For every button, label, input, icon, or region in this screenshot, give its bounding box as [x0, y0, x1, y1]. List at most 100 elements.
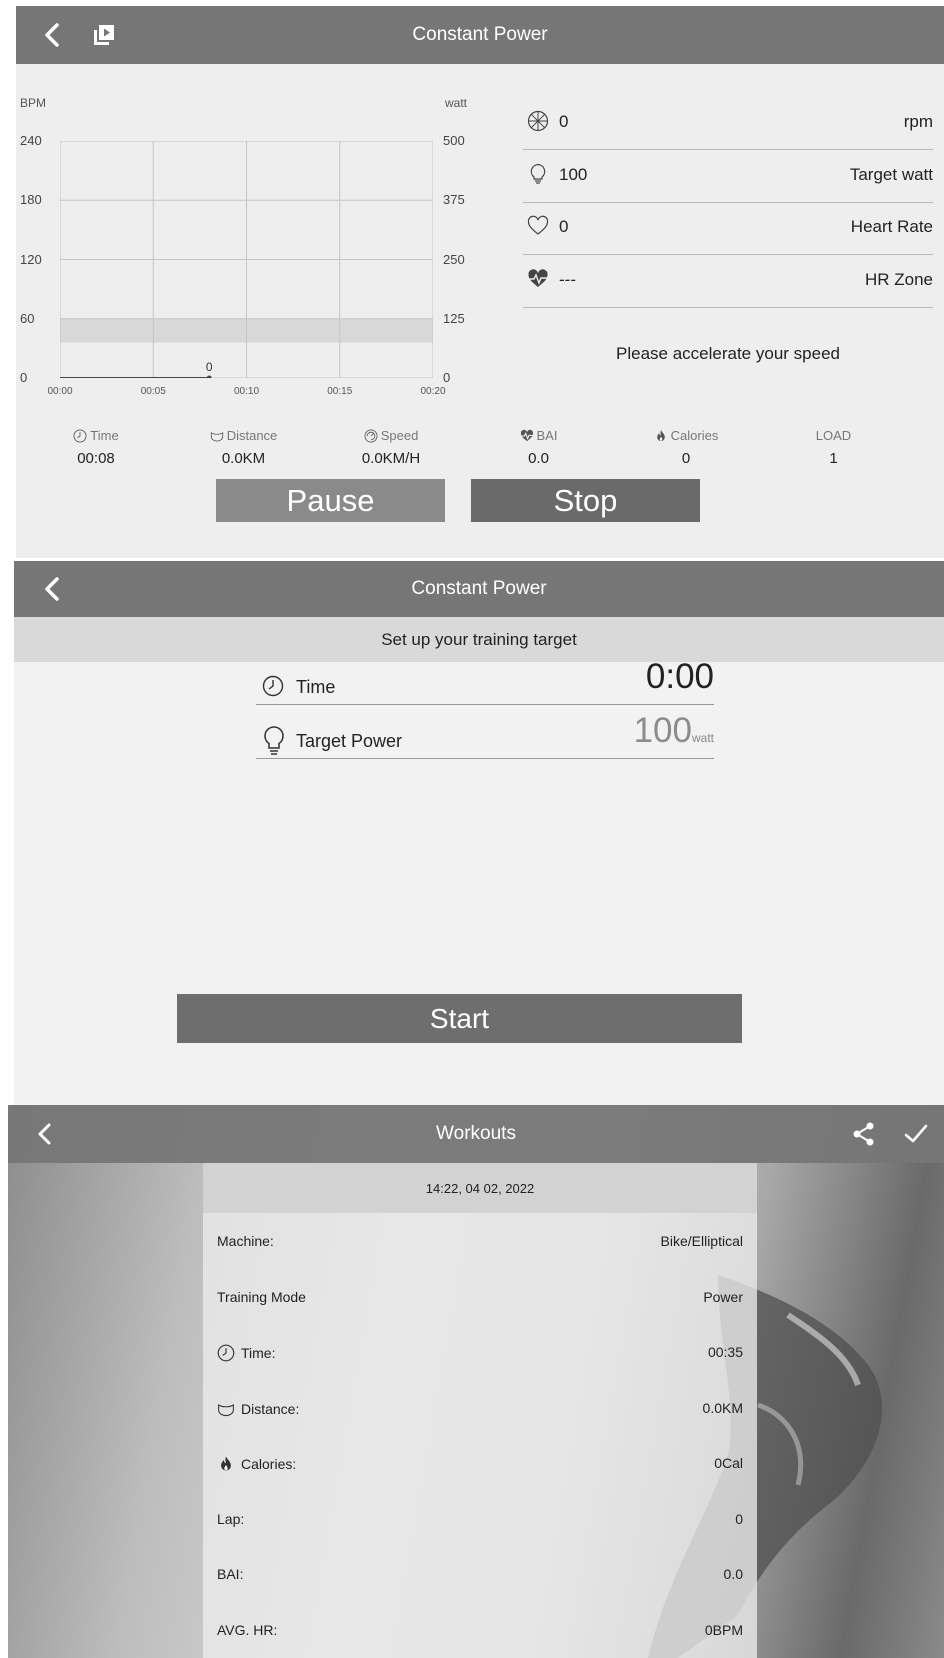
screen-title: Workouts — [436, 1123, 516, 1144]
stat-item: Calories 0 — [616, 428, 756, 467]
readout-row: 0 Heart Rate — [523, 199, 933, 255]
workout-row-value: 00:35 — [707, 1344, 743, 1360]
share-icon[interactable] — [846, 1105, 882, 1163]
bulb-icon — [262, 725, 286, 762]
y-left-tick-label: 240 — [20, 133, 42, 148]
stat-caption-text: Calories — [670, 428, 719, 443]
readout-label: Target watt — [849, 164, 933, 184]
app-bar: Constant Power — [14, 561, 944, 617]
stat-item: BAI 0.0 — [469, 428, 609, 467]
stat-caption-text: LOAD — [815, 428, 852, 443]
x-tick-label: 00:00 — [47, 386, 73, 397]
target-power-value[interactable]: 100watt — [634, 711, 714, 751]
workout-row: BAI: 0.0 — [203, 1546, 757, 1601]
heart-outline-icon — [527, 215, 549, 237]
workout-row-label-text: Distance: — [241, 1400, 300, 1417]
workout-date: 14:22, 04 02, 2022 — [203, 1163, 757, 1213]
power-unit: watt — [691, 731, 714, 745]
target-power-row[interactable]: Target Power 100watt — [256, 705, 714, 759]
check-icon[interactable] — [898, 1105, 934, 1163]
readout-label: rpm — [903, 112, 933, 131]
y-left-tick-label: 60 — [20, 310, 35, 326]
heart-filled-icon — [520, 429, 534, 443]
x-tick-label: 00:10 — [233, 386, 260, 397]
workout-row-label-text: Lap: — [217, 1510, 245, 1527]
workout-row-label-text: AVG. HR: — [217, 1621, 278, 1638]
workout-row-value: 0BPM — [704, 1621, 743, 1638]
workout-row: Lap: 0 — [203, 1491, 757, 1546]
workout-row-label: Machine: — [217, 1233, 274, 1249]
y-left-tick-label: 120 — [20, 251, 42, 267]
stat-caption-text: Time — [90, 428, 119, 443]
workout-row-label-text: Calories: — [241, 1456, 297, 1472]
workout-row-value: 0Cal — [714, 1455, 743, 1471]
workout-row-label: BAI: — [217, 1566, 243, 1582]
y-right-tick-label: 500 — [443, 133, 465, 148]
readout-value: --- — [559, 269, 576, 289]
workout-row-label: Calories: — [217, 1455, 296, 1473]
clock-icon — [262, 675, 284, 702]
target-power-label: Target Power — [296, 731, 403, 751]
workout-row-value: 0.0KM — [702, 1399, 743, 1416]
bulb-icon — [527, 163, 549, 185]
stat-value: 0.0KM — [221, 450, 266, 467]
distance-icon — [217, 1400, 235, 1418]
readout-label: HR Zone — [864, 269, 933, 289]
stat-caption-text: BAI — [536, 428, 558, 443]
app-bar: Workouts — [8, 1105, 944, 1163]
readout-value: 100 — [559, 164, 588, 184]
workout-summary-screen: Workouts 14:22, 04 02, 2022 Machine: Bik… — [8, 1105, 944, 1658]
workout-row: Training Mode Power — [203, 1269, 757, 1324]
workout-row: Calories: 0Cal — [203, 1435, 757, 1490]
clock-icon — [73, 429, 87, 443]
readout-label: Heart Rate — [850, 217, 933, 236]
workout-row-label: Training Mode — [217, 1289, 306, 1305]
workout-row-value: 0.0 — [723, 1566, 743, 1582]
power-number: 100 — [633, 711, 692, 750]
workout-row-label-text: Training Mode — [217, 1288, 306, 1305]
time-target-row[interactable]: Time 0:00 — [256, 651, 714, 705]
y-right-tick-label: 250 — [443, 251, 465, 267]
stop-button[interactable]: Stop — [471, 479, 700, 522]
flame-icon — [654, 429, 668, 443]
stat-caption: Time — [26, 428, 166, 443]
pause-button[interactable]: Pause — [216, 479, 445, 522]
stat-value: 1 — [829, 450, 838, 467]
workout-row-label: Lap: — [217, 1511, 244, 1527]
workout-row-label-text: BAI: — [217, 1566, 244, 1582]
screen-title: Constant Power — [411, 578, 547, 599]
x-tick-label: 00:15 — [327, 386, 353, 397]
stat-value: 0.0KM/H — [361, 450, 421, 467]
y-right-tick-label: 125 — [443, 310, 465, 326]
readout-value: 0 — [559, 217, 569, 236]
stat-caption: Distance — [174, 428, 314, 443]
readout-value: 0 — [559, 112, 569, 131]
workout-row: AVG. HR: 0BPM — [203, 1602, 757, 1657]
stat-caption-text: Distance — [226, 428, 278, 443]
stat-value: 0 — [681, 450, 691, 467]
wheel-icon — [527, 110, 549, 132]
workout-summary-card: 14:22, 04 02, 2022 Machine: Bike/Ellipti… — [203, 1163, 757, 1658]
app-bar: Constant Power — [16, 6, 944, 64]
workout-row: Distance: 0.0KM — [203, 1380, 757, 1435]
stat-caption: BAI — [469, 428, 609, 443]
stat-item: Distance 0.0KM — [174, 428, 314, 467]
start-button[interactable]: Start — [177, 994, 742, 1043]
workout-row-value: 0 — [735, 1510, 743, 1527]
workout-row-value: Bike/Elliptical — [660, 1233, 743, 1249]
y-right-tick-label: 0 — [443, 370, 451, 385]
y-left-axis-label: BPM — [20, 96, 47, 110]
distance-icon — [210, 429, 224, 443]
x-tick-label: 00:05 — [140, 386, 166, 397]
workout-row-label: AVG. HR: — [217, 1622, 277, 1638]
time-value[interactable]: 0:00 — [646, 657, 714, 697]
stat-item: Speed 0.0KM/H — [321, 428, 461, 467]
clock-icon — [217, 1344, 235, 1362]
y-right-axis-label: watt — [445, 96, 468, 110]
stat-value: 0.0 — [528, 450, 549, 467]
workout-row-label-text: Machine: — [217, 1233, 274, 1249]
stat-caption-text: Speed — [380, 428, 419, 443]
training-target-setup-screen: Constant Power Set up your training targ… — [14, 561, 944, 1105]
stat-caption: Speed — [321, 428, 461, 443]
stat-item: Time 00:08 — [26, 428, 166, 467]
